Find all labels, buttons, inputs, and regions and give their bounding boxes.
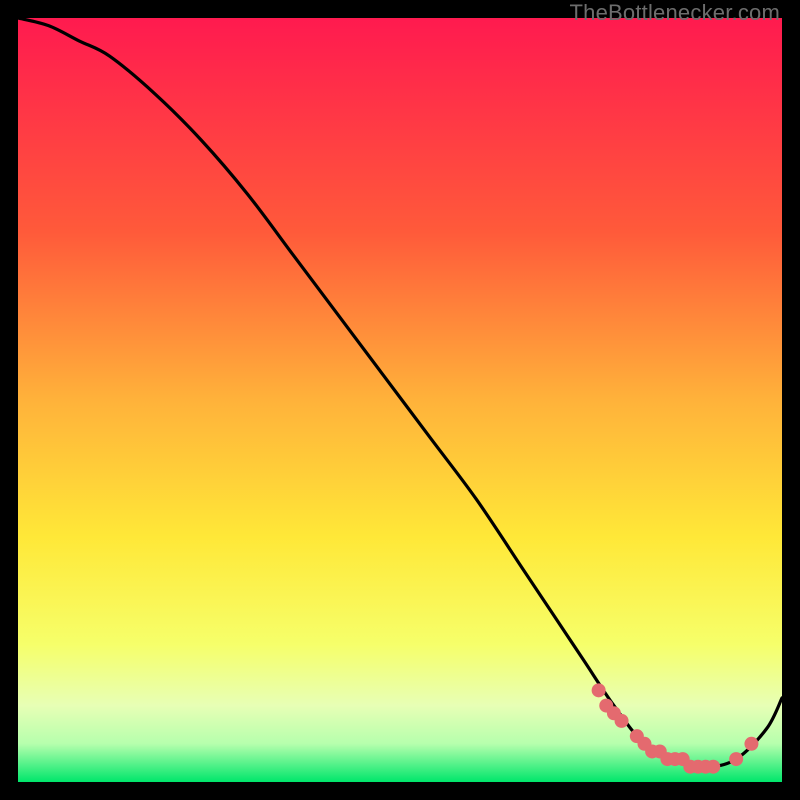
- chart-frame: [18, 18, 782, 782]
- watermark-text: TheBottlenecker.com: [570, 0, 780, 26]
- sweet-spot-marker: [706, 760, 720, 774]
- sweet-spot-marker: [592, 683, 606, 697]
- sweet-spot-marker: [744, 737, 758, 751]
- sweet-spot-marker: [729, 752, 743, 766]
- bottleneck-chart: [18, 18, 782, 782]
- sweet-spot-marker: [615, 714, 629, 728]
